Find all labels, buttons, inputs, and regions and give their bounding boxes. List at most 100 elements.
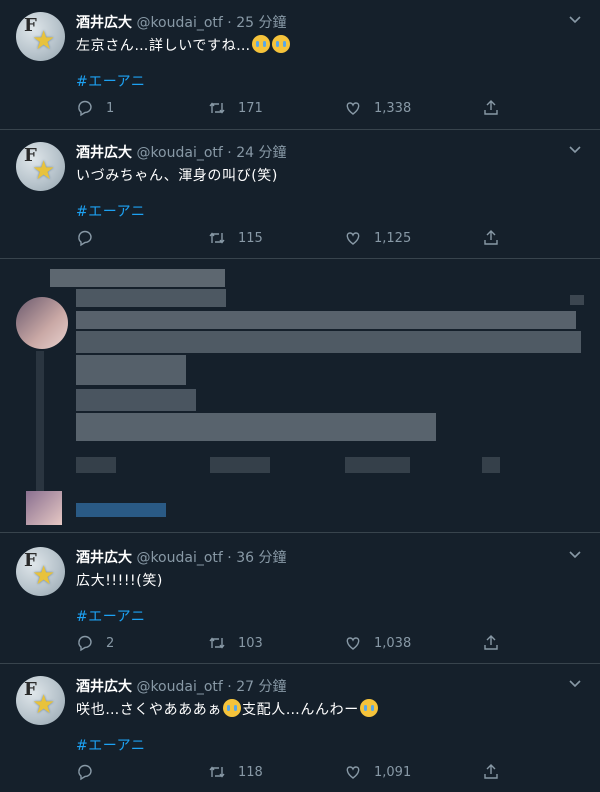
heart-icon [346,637,360,650]
pixelated-avatar [16,297,68,349]
heart-icon [346,766,360,779]
avatar[interactable]: F ★ [16,676,65,725]
tweet-header: 酒井広大 @koudai_otf · 36 分鐘 [76,547,286,567]
like-button[interactable]: 1,091 [344,762,411,782]
crying-face-emoji [223,699,241,717]
thread-connector-line [36,351,44,491]
pixelated-text [210,457,270,473]
crying-face-emoji [359,699,378,717]
tweet[interactable]: F ★ 酒井広大 @koudai_otf · 25 分鐘 左京さん…詳しいですね…… [0,0,600,130]
like-button[interactable]: 1,338 [344,98,411,118]
retweet-icon [209,102,225,114]
retweet-button[interactable]: 103 [208,633,263,653]
pixelated-text [345,457,410,473]
chevron-down-icon[interactable] [568,547,582,561]
retweet-button[interactable]: 115 [208,228,263,248]
reply-icon [78,100,92,117]
avatar[interactable]: F ★ [16,142,65,191]
tweet-actions: 1 171 1,338 [76,98,516,118]
reply-icon [78,764,92,781]
tweet-text: 広大!!!!!(笑) [76,573,163,589]
like-count: 1,091 [374,764,412,780]
hashtag-link[interactable]: #エーアニ [76,201,145,221]
hashtag-link[interactable]: #エーアニ [76,606,145,626]
tweet-header: 酒井広大 @koudai_otf · 27 分鐘 [76,676,286,696]
retweet-icon [209,637,225,649]
retweet-count: 118 [238,764,263,780]
pixelated-text [76,311,576,329]
like-button[interactable]: 1,125 [344,228,411,248]
tweet[interactable]: F ★ 酒井広大 @koudai_otf · 36 分鐘 広大!!!!!(笑) #… [0,535,600,664]
tweet[interactable]: F ★ 酒井広大 @koudai_otf · 24 分鐘 いづみちゃん、渾身の叫び… [0,130,600,259]
hashtag-link[interactable]: #エーアニ [76,71,145,91]
timestamp[interactable]: · 36 分鐘 [227,550,286,566]
timestamp[interactable]: · 25 分鐘 [227,15,286,31]
retweet-count: 103 [238,635,263,651]
tweet-actions: 2 103 1,038 [76,633,516,653]
reply-icon [78,230,92,247]
chevron-down-icon[interactable] [568,676,582,690]
pixelated-text [76,331,581,353]
tweet-header: 酒井広大 @koudai_otf · 25 分鐘 [76,12,286,32]
pixelated-text [76,413,436,441]
display-name[interactable]: 酒井広大 [76,679,132,695]
tweet-header: 酒井広大 @koudai_otf · 24 分鐘 [76,142,286,162]
share-button[interactable] [482,633,512,653]
retweet-button[interactable]: 118 [208,762,263,782]
chevron-down-icon[interactable] [568,142,582,156]
handle[interactable]: @koudai_otf [136,15,222,31]
avatar[interactable]: F ★ [16,547,65,596]
retweet-count: 115 [238,230,263,246]
tweet-text: 左京さん…詳しいですね… [76,35,291,55]
handle[interactable]: @koudai_otf [136,145,222,161]
like-count: 1,338 [374,100,412,116]
reply-count: 2 [106,635,115,651]
retweet-button[interactable]: 171 [208,98,263,118]
handle[interactable]: @koudai_otf [136,679,222,695]
tweet[interactable]: F ★ 酒井広大 @koudai_otf · 27 分鐘 咲也…さくやあああぁ 支配… [0,664,600,792]
pixelated-text [76,389,196,411]
like-button[interactable]: 1,038 [344,633,411,653]
heart-icon [346,232,360,245]
like-count: 1,038 [374,635,412,651]
display-name[interactable]: 酒井広大 [76,15,132,31]
handle[interactable]: @koudai_otf [136,550,222,566]
retweet-icon [209,232,225,244]
share-button[interactable] [482,228,512,248]
reply-button[interactable]: 2 [76,633,114,653]
reply-count: 1 [106,100,115,116]
pixelated-text [482,457,500,473]
pixelated-avatar [26,491,62,525]
display-name[interactable]: 酒井広大 [76,550,132,566]
retweet-icon [209,766,225,778]
share-icon [484,635,498,650]
share-icon [484,100,498,115]
share-button[interactable] [482,762,512,782]
reply-icon [78,635,92,652]
tweet-text: いづみちゃん、渾身の叫び(笑) [76,168,278,184]
display-name[interactable]: 酒井広大 [76,145,132,161]
pixelated-text [50,269,225,287]
heart-icon [346,102,360,115]
tweet-actions: 115 1,125 [76,228,516,248]
share-icon [484,230,498,245]
tweet-actions: 118 1,091 [76,762,516,782]
reply-button[interactable] [76,762,106,782]
crying-face-emoji [251,35,270,53]
reply-button[interactable]: 1 [76,98,114,118]
timestamp[interactable]: · 27 分鐘 [227,679,286,695]
avatar[interactable]: F ★ [16,12,65,61]
pixelated-text [76,289,226,307]
hashtag-link[interactable]: #エーアニ [76,735,145,755]
chevron-down-icon[interactable] [568,12,582,26]
pixelated-text [76,355,186,385]
pixelated-link [76,503,166,517]
share-button[interactable] [482,98,512,118]
like-count: 1,125 [374,230,412,246]
timestamp[interactable]: · 24 分鐘 [227,145,286,161]
pixelated-tweet-thread [0,259,600,533]
share-icon [484,764,498,779]
pixelated-text [570,295,584,305]
pixelated-text [76,457,116,473]
reply-button[interactable] [76,228,106,248]
